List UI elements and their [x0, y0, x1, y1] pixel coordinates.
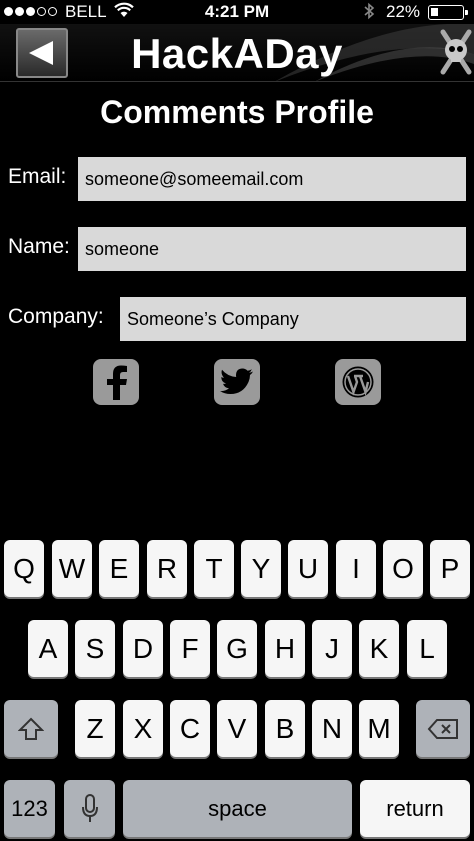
key-g[interactable]: G	[217, 620, 257, 677]
space-key[interactable]: space	[123, 780, 352, 837]
key-j[interactable]: J	[312, 620, 352, 677]
battery-percent: 22%	[386, 2, 421, 21]
key-k[interactable]: K	[359, 620, 399, 677]
key-b[interactable]: B	[265, 700, 305, 757]
key-a[interactable]: A	[28, 620, 68, 677]
key-l[interactable]: L	[407, 620, 447, 677]
nav-bar: HackADay	[0, 24, 474, 82]
key-d[interactable]: D	[123, 620, 163, 677]
return-key[interactable]: return	[360, 780, 470, 837]
twitter-button[interactable]	[214, 359, 260, 405]
key-s[interactable]: S	[75, 620, 115, 677]
app-title: HackADay	[131, 30, 343, 77]
page-title: Comments Profile	[100, 94, 374, 130]
key-m[interactable]: M	[359, 700, 399, 757]
key-q[interactable]: Q	[4, 540, 44, 597]
email-label: Email:	[8, 165, 67, 188]
key-u[interactable]: U	[288, 540, 328, 597]
key-w[interactable]: W	[52, 540, 92, 597]
shift-key[interactable]	[4, 700, 58, 757]
name-label: Name:	[8, 235, 70, 258]
skull-wrenches-icon	[440, 29, 472, 75]
key-t[interactable]: T	[194, 540, 234, 597]
battery-icon	[428, 5, 468, 20]
company-label: Company:	[8, 305, 104, 328]
wordpress-icon	[342, 366, 374, 398]
keyboard: Q W E R T Y U I O P A S D F G H J K L Z …	[0, 533, 474, 841]
facebook-icon	[107, 365, 127, 400]
twitter-icon	[220, 368, 253, 394]
bluetooth-icon	[364, 2, 375, 20]
wordpress-button[interactable]	[335, 359, 381, 405]
delete-key[interactable]	[416, 700, 470, 757]
key-x[interactable]: X	[123, 700, 163, 757]
key-y[interactable]: Y	[241, 540, 281, 597]
numbers-key[interactable]: 123	[4, 780, 55, 837]
key-f[interactable]: F	[170, 620, 210, 677]
dictation-key[interactable]	[64, 780, 115, 837]
microphone-icon	[81, 793, 98, 822]
name-field[interactable]	[78, 227, 466, 271]
shift-icon	[18, 717, 44, 740]
backspace-icon	[427, 718, 458, 739]
status-bar: BELL 4:21 PM 22%	[0, 0, 474, 24]
key-i[interactable]: I	[336, 540, 376, 597]
key-e[interactable]: E	[99, 540, 139, 597]
key-h[interactable]: H	[265, 620, 305, 677]
key-p[interactable]: P	[430, 540, 470, 597]
key-n[interactable]: N	[312, 700, 352, 757]
key-o[interactable]: O	[383, 540, 423, 597]
key-r[interactable]: R	[147, 540, 187, 597]
company-field[interactable]	[120, 297, 466, 341]
email-field[interactable]	[78, 157, 466, 201]
key-v[interactable]: V	[217, 700, 257, 757]
facebook-button[interactable]	[93, 359, 139, 405]
key-c[interactable]: C	[170, 700, 210, 757]
key-z[interactable]: Z	[75, 700, 115, 757]
